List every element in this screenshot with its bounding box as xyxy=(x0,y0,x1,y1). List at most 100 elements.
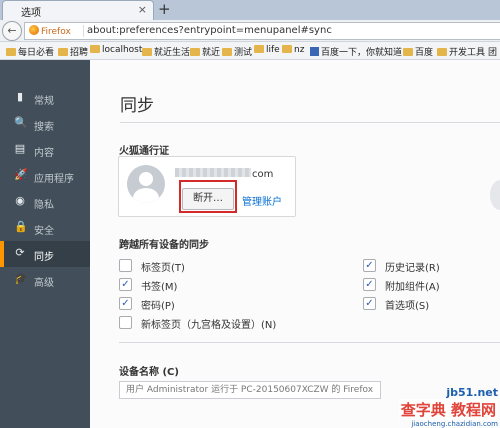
mask-icon: ◉ xyxy=(15,194,25,207)
avatar-icon[interactable] xyxy=(127,165,165,203)
bookmark-item[interactable]: 每日必看 xyxy=(6,45,54,58)
checkbox-label: 附加组件(A) xyxy=(385,282,440,293)
tab-preferences[interactable]: 选项 × xyxy=(2,0,154,20)
highlight-frame xyxy=(179,180,237,213)
bookmark-item[interactable]: 招聘 xyxy=(58,45,88,58)
preferences-sidebar: ▮ 常规 🔍 搜索 ▤ 内容 🚀 应用程序 ◉ 隐私 🔒 安全 ⟳ 同步 🎓 高级 xyxy=(0,60,90,428)
checkbox-label: 密码(P) xyxy=(141,301,175,312)
checkbox-box[interactable]: ✓ xyxy=(363,278,376,291)
new-tab-icon[interactable]: + xyxy=(158,0,171,18)
identity-box[interactable]: Firefox xyxy=(29,25,71,37)
watermark-line-1: jb51.net xyxy=(446,386,498,399)
url-divider xyxy=(83,25,84,37)
checkbox-box[interactable] xyxy=(119,259,132,272)
bookmarks-toolbar: 每日必看 招聘 localhost 就近生活 就近 测试 life nz 百度一… xyxy=(0,42,500,60)
bookmark-item[interactable]: 百度 xyxy=(403,45,433,58)
bookmark-label: 招聘 xyxy=(70,48,89,58)
bookmark-item[interactable]: nz xyxy=(282,45,304,55)
bookmark-label: localhost xyxy=(102,45,143,55)
sidebar-item-search[interactable]: 🔍 搜索 xyxy=(0,111,90,137)
bookmark-item[interactable]: localhost xyxy=(90,45,142,55)
identity-label: Firefox xyxy=(41,27,71,37)
bookmark-item[interactable]: 测试 xyxy=(222,45,252,58)
checkbox-label: 历史记录(R) xyxy=(385,263,440,274)
sync-section-title: 跨越所有设备的同步 xyxy=(119,240,209,251)
bookmark-label: life xyxy=(266,45,280,55)
folder-icon xyxy=(282,45,292,53)
bookmark-label: 就近生活 xyxy=(154,48,191,58)
decorative-bubble xyxy=(490,180,500,210)
folder-icon xyxy=(403,48,413,56)
email-suffix: com xyxy=(252,169,274,180)
checkbox-box[interactable]: ✓ xyxy=(363,297,376,310)
checkbox-label: 标签页(T) xyxy=(141,263,185,274)
watermark-line-2: 查字典 教程网 xyxy=(398,399,498,420)
account-email: com xyxy=(175,168,273,180)
sidebar-item-content[interactable]: ▤ 内容 xyxy=(0,137,90,163)
bookmark-item[interactable]: 就近生活 xyxy=(142,45,190,58)
folder-icon xyxy=(190,48,200,56)
sidebar-item-label: 同步 xyxy=(34,252,54,263)
sidebar-item-privacy[interactable]: ◉ 隐私 xyxy=(0,189,90,215)
title-divider xyxy=(120,122,500,123)
baidu-icon xyxy=(310,47,319,56)
sidebar-item-label: 隐私 xyxy=(34,200,54,211)
folder-icon xyxy=(437,48,447,56)
tab-strip: 选项 × + xyxy=(0,0,500,20)
lock-icon: 🔒 xyxy=(14,220,28,233)
bookmark-label: 测试 xyxy=(234,48,253,58)
close-tab-icon[interactable]: × xyxy=(138,3,147,16)
firefox-icon xyxy=(29,25,39,35)
tab-title: 选项 xyxy=(21,8,41,19)
preferences-main: 同步 火狐通行证 com 断开… 管理账户 跨越所有设备的同步 标签页(T) ✓… xyxy=(90,60,500,428)
url-bar[interactable]: Firefox about:preferences?entrypoint=men… xyxy=(24,22,500,40)
sidebar-item-label: 应用程序 xyxy=(34,174,74,185)
sidebar-item-security[interactable]: 🔒 安全 xyxy=(0,215,90,241)
url-text[interactable]: about:preferences?entrypoint=menupanel#s… xyxy=(87,25,332,36)
bookmark-item[interactable]: 百度一下，你就知道 xyxy=(310,45,402,58)
bookmark-label: nz xyxy=(294,45,305,55)
checkbox-box[interactable]: ✓ xyxy=(363,259,376,272)
bookmark-item[interactable]: 开发工具 xyxy=(437,45,485,58)
checkbox-label: 首选项(S) xyxy=(385,301,430,312)
device-section-title: 设备名称 (C) xyxy=(119,367,179,378)
rocket-icon: 🚀 xyxy=(14,168,28,181)
back-button[interactable]: ← xyxy=(2,21,22,41)
folder-icon xyxy=(222,48,232,56)
checkbox-label: 书签(M) xyxy=(141,282,178,293)
sidebar-item-label: 常规 xyxy=(34,96,54,107)
sidebar-item-advanced[interactable]: 🎓 高级 xyxy=(0,267,90,293)
checkbox-box[interactable]: ✓ xyxy=(119,278,132,291)
sidebar-item-sync[interactable]: ⟳ 同步 xyxy=(0,241,90,267)
nav-bar: ← Firefox about:preferences?entrypoint=m… xyxy=(0,20,500,42)
folder-icon xyxy=(90,45,100,53)
general-icon: ▮ xyxy=(16,90,24,103)
checkbox-box[interactable] xyxy=(119,316,132,329)
bookmark-label: 百度 xyxy=(415,48,434,58)
search-icon: 🔍 xyxy=(14,116,28,129)
section-divider xyxy=(119,342,500,343)
folder-icon xyxy=(142,48,152,56)
sidebar-item-label: 内容 xyxy=(34,148,54,159)
checkbox-box[interactable]: ✓ xyxy=(119,297,132,310)
watermark: jb51.net 查字典 教程网 jiaocheng.chazidian.com xyxy=(398,386,498,428)
bookmark-item[interactable]: 团 xyxy=(488,45,497,58)
bookmark-item[interactable]: 就近 xyxy=(190,45,220,58)
bookmark-label: 开发工具 xyxy=(449,48,486,58)
bookmark-label: 就近 xyxy=(202,48,221,58)
watermark-line-3: jiaocheng.chazidian.com xyxy=(411,420,498,428)
sidebar-item-applications[interactable]: 🚀 应用程序 xyxy=(0,163,90,189)
account-section-title: 火狐通行证 xyxy=(119,146,169,157)
sync-icon: ⟳ xyxy=(15,246,25,259)
manage-account-link[interactable]: 管理账户 xyxy=(242,193,282,208)
content-icon: ▤ xyxy=(14,142,26,155)
bookmark-item[interactable]: life xyxy=(254,45,280,55)
folder-icon xyxy=(6,48,16,56)
sidebar-item-label: 高级 xyxy=(34,278,54,289)
device-name-field[interactable]: 用户 Administrator 运行于 PC-20150607XCZW 的 F… xyxy=(119,381,381,399)
sidebar-item-label: 搜索 xyxy=(34,122,54,133)
checkbox-label: 新标签页（九宫格及设置）(N) xyxy=(141,320,277,331)
sidebar-item-label: 安全 xyxy=(34,226,54,237)
sidebar-item-general[interactable]: ▮ 常规 xyxy=(0,85,90,111)
folder-icon xyxy=(58,48,68,56)
